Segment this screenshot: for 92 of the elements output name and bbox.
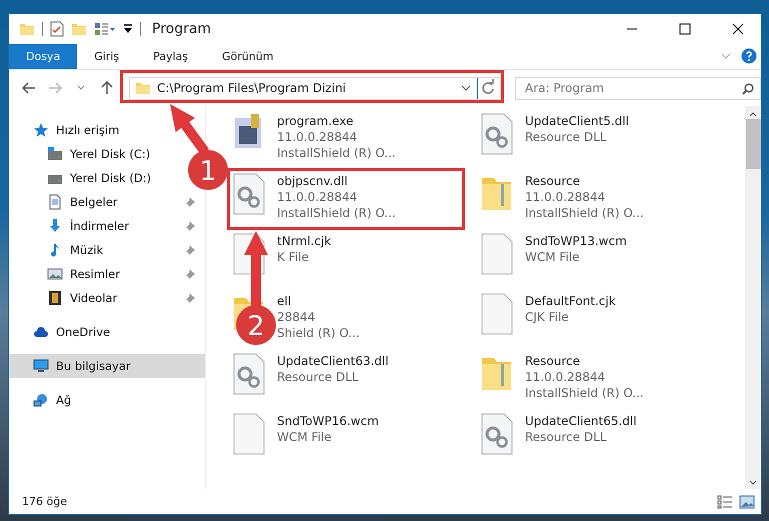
drive-icon: [47, 146, 63, 162]
file-icon: [479, 232, 515, 276]
monitor-icon: [33, 358, 49, 374]
properties-icon[interactable]: [50, 21, 64, 37]
file-name: ell: [277, 293, 292, 309]
window-title: Program: [152, 21, 212, 37]
sidebar-item[interactable]: Yerel Disk (D:): [9, 166, 158, 190]
file-icon: [479, 292, 515, 336]
file-name: tNrml.cjk: [277, 233, 332, 249]
file-name: SndToWP16.wcm: [277, 413, 379, 429]
maximize-icon: [679, 23, 691, 35]
close-icon: [732, 23, 744, 35]
ribbon-tab[interactable]: Giriş: [77, 44, 136, 69]
scroll-up-icon[interactable]: [749, 110, 757, 116]
file-detail: K File: [277, 249, 310, 265]
file-detail: CJK File: [525, 309, 570, 325]
file-name: UpdateClient65.dll: [525, 413, 637, 429]
film-icon: [47, 290, 63, 306]
search-field[interactable]: Ara: Program: [515, 76, 761, 100]
ribbon-tab[interactable]: Görünüm: [205, 44, 290, 69]
new-folder-icon: [71, 21, 87, 37]
file-name: SndToWP13.wcm: [525, 233, 627, 249]
file-detail: WCM File: [525, 249, 580, 265]
image-icon: [47, 266, 63, 282]
minimize-icon: [626, 28, 638, 30]
gear-file-icon: [479, 112, 515, 156]
chevron-down-icon: [77, 85, 85, 91]
sidebar-item[interactable]: İndirmeler: [9, 214, 205, 238]
pin-icon[interactable]: [184, 292, 195, 304]
file-detail: 11.0.0.28844: [277, 129, 358, 145]
file-name: program.exe: [277, 113, 354, 129]
address-field[interactable]: C:\Program Files\Program Dizini: [129, 76, 501, 100]
sidebar-item[interactable]: Belgeler: [9, 190, 205, 214]
file-name: Resource: [525, 353, 582, 369]
ribbon-tab[interactable]: Dosya: [9, 44, 78, 69]
file-detail: InstallShield (R) O...: [277, 145, 396, 161]
star-icon: [33, 122, 49, 138]
view-dropdown-icon[interactable]: [94, 21, 116, 37]
folder-icon: [135, 80, 151, 96]
cloud-icon: [33, 324, 49, 340]
gear-file-icon: [231, 172, 267, 216]
sidebar-item[interactable]: Ağ: [9, 388, 78, 412]
sidebar-item[interactable]: Resimler: [9, 262, 205, 286]
file-name: Resource: [525, 173, 582, 189]
download-arrow-icon: [47, 218, 63, 234]
gear-file-icon: [479, 412, 515, 456]
file-detail: Shield (R) O...: [277, 325, 360, 341]
item-count: 176 öğe: [22, 495, 68, 508]
back-arrow-icon: [22, 82, 36, 94]
file-name: DefaultFont.cjk: [525, 293, 616, 309]
details-view-icon[interactable]: [717, 494, 733, 508]
file-detail: 28844: [277, 309, 316, 325]
dropdown-icon[interactable]: [461, 85, 471, 91]
file-detail: Resource DLL: [277, 369, 360, 385]
up-arrow-icon: [101, 81, 113, 95]
file-detail: 11.0.0.28844: [525, 189, 606, 205]
scroll-thumb[interactable]: [746, 119, 760, 169]
step-callout: 2: [236, 231, 276, 345]
scroll-down-icon[interactable]: [749, 479, 757, 485]
file-detail: Resource DLL: [525, 429, 608, 445]
sidebar-item[interactable]: Videolar: [9, 286, 205, 310]
forward-arrow-icon: [48, 82, 62, 94]
file-name: objpscnv.dll: [277, 173, 349, 189]
gear-file-icon: [231, 352, 267, 396]
file-name: UpdateClient5.dll: [525, 113, 629, 129]
sidebar-item[interactable]: Yerel Disk (C:): [9, 142, 156, 166]
pin-icon[interactable]: [184, 268, 195, 280]
pin-icon[interactable]: [184, 244, 195, 256]
file-detail: InstallShield (R) O...: [525, 385, 644, 401]
sidebar-item[interactable]: Müzik: [9, 238, 205, 262]
folder-icon: [19, 21, 35, 37]
large-icons-view-icon[interactable]: [739, 494, 755, 508]
ribbon-tab[interactable]: Paylaş: [136, 44, 205, 69]
pin-icon[interactable]: [184, 196, 195, 208]
search-icon: [742, 82, 754, 94]
file-detail: Resource DLL: [525, 129, 608, 145]
document-icon: [47, 194, 63, 210]
scrollbar[interactable]: [745, 106, 761, 489]
customize-arrow-icon[interactable]: [123, 23, 133, 35]
step-callout: 1: [170, 104, 228, 190]
sidebar-item[interactable]: Hızlı erişim: [9, 118, 126, 142]
file-detail: 11.0.0.28844: [525, 369, 606, 385]
pin-icon[interactable]: [184, 220, 195, 232]
sidebar-item[interactable]: OneDrive: [9, 320, 116, 344]
file-icon: [231, 412, 267, 456]
network-icon: [33, 392, 49, 408]
file-detail: InstallShield (R) O...: [277, 205, 396, 221]
file-detail: 11.0.0.28844: [277, 189, 358, 205]
file-name: UpdateClient63.dll: [277, 353, 389, 369]
sidebar-item[interactable]: Bu bilgisayar: [9, 354, 205, 378]
file-detail: WCM File: [277, 429, 332, 445]
file-detail: InstallShield (R) O...: [525, 205, 644, 221]
